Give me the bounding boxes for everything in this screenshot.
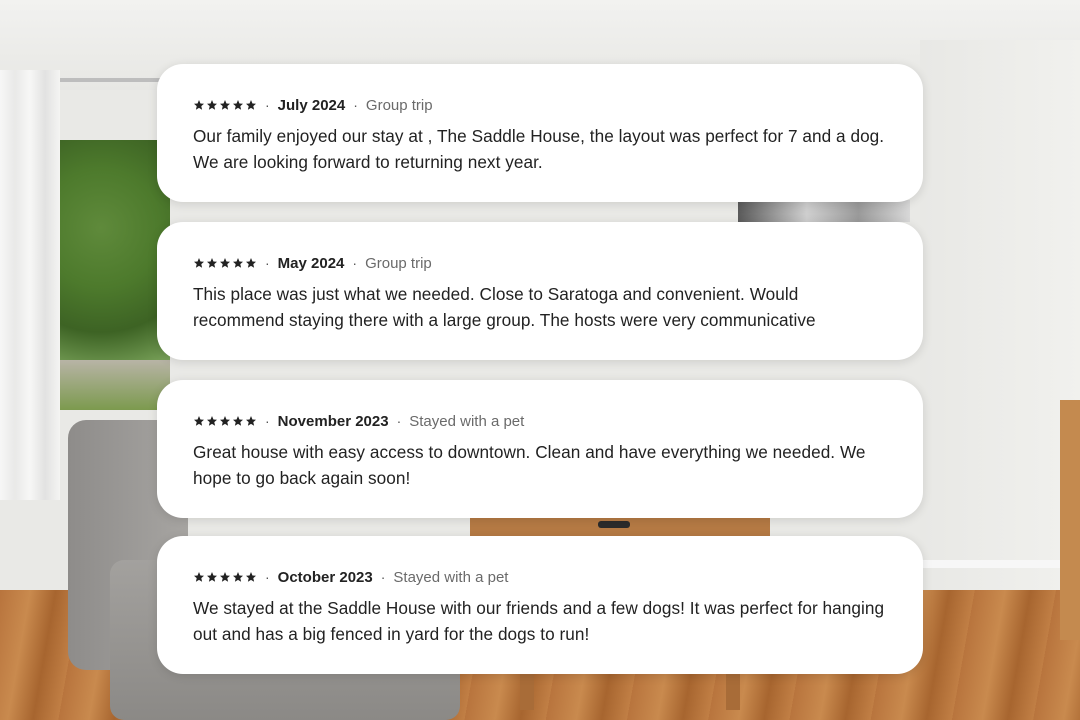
star-icon [219, 415, 231, 427]
review-text: We stayed at the Saddle House with our f… [193, 598, 885, 644]
star-icon [193, 99, 205, 111]
remote-control [598, 521, 630, 528]
star-icon [245, 415, 257, 427]
trip-type: Stayed with a pet [393, 568, 509, 586]
separator: · [380, 569, 386, 585]
star-icon [232, 99, 244, 111]
review-meta: · October 2023 · Stayed with a pet [193, 566, 887, 588]
star-icon [245, 99, 257, 111]
star-icon [193, 257, 205, 269]
star-icon [245, 257, 257, 269]
wall [920, 40, 1080, 610]
review-date: November 2023 [277, 412, 389, 430]
tree [55, 140, 170, 360]
review-date: July 2024 [277, 96, 346, 114]
separator: · [265, 97, 270, 113]
star-icon [232, 257, 244, 269]
separator: · [265, 413, 270, 429]
review-card: · November 2023 · Stayed with a pet Grea… [157, 380, 923, 518]
review-date: May 2024 [277, 254, 345, 272]
cabinet [1060, 400, 1080, 640]
star-icon [206, 571, 218, 583]
separator: · [353, 97, 358, 113]
star-icon [219, 571, 231, 583]
separator: · [396, 413, 402, 429]
separator: · [265, 569, 270, 585]
star-icon [193, 571, 205, 583]
review-card: · October 2023 · Stayed with a pet We st… [157, 536, 923, 674]
star-icon [245, 571, 257, 583]
separator: · [352, 255, 358, 271]
review-meta: · November 2023 · Stayed with a pet [193, 410, 887, 432]
star-rating [193, 257, 257, 269]
separator: · [265, 255, 270, 271]
review-date: October 2023 [277, 568, 373, 586]
star-icon [219, 257, 231, 269]
yard [55, 360, 170, 410]
review-card: · May 2024 · Group trip This place was j… [157, 222, 923, 360]
review-meta: · May 2024 · Group trip [193, 252, 887, 274]
star-icon [232, 571, 244, 583]
star-rating [193, 415, 257, 427]
star-icon [206, 257, 218, 269]
curtain [0, 70, 60, 500]
star-icon [193, 415, 205, 427]
baseboard [920, 560, 1080, 568]
star-icon [219, 99, 231, 111]
star-icon [232, 415, 244, 427]
review-text: This place was just what we needed. Clos… [193, 284, 816, 330]
review-text: Our family enjoyed our stay at , The Sad… [193, 126, 885, 172]
trip-type: Stayed with a pet [409, 412, 525, 430]
review-card: · July 2024 · Group trip Our family enjo… [157, 64, 923, 202]
review-text: Great house with easy access to downtown… [193, 442, 866, 488]
review-meta: · July 2024 · Group trip [193, 94, 887, 116]
star-icon [206, 99, 218, 111]
wall-art [738, 200, 910, 222]
star-icon [206, 415, 218, 427]
trip-type: Group trip [365, 254, 432, 272]
star-rating [193, 571, 257, 583]
trip-type: Group trip [365, 96, 433, 114]
star-rating [193, 99, 257, 111]
